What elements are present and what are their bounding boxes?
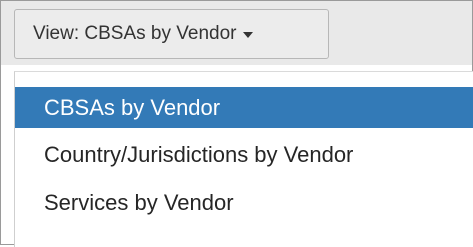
menu-item-label: Services by Vendor (44, 189, 234, 215)
menu-item-label: CBSAs by Vendor (44, 94, 221, 120)
menu-item-label: Country/Jurisdictions by Vendor (44, 141, 354, 167)
view-selector-panel: View: CBSAs by Vendor CBSAs by Vendor Co… (0, 0, 473, 247)
view-dropdown-label: View: CBSAs by Vendor (33, 23, 237, 44)
menu-item-country-jurisdictions-by-vendor[interactable]: Country/Jurisdictions by Vendor (15, 134, 473, 175)
menu-item-cbsas-by-vendor[interactable]: CBSAs by Vendor (15, 87, 473, 128)
menu-item-services-by-vendor[interactable]: Services by Vendor (15, 182, 473, 223)
view-dropdown-button[interactable]: View: CBSAs by Vendor (14, 9, 329, 59)
caret-down-icon (243, 32, 254, 38)
toolbar: View: CBSAs by Vendor (1, 1, 472, 65)
view-dropdown-menu: CBSAs by Vendor Country/Jurisdictions by… (14, 71, 473, 247)
